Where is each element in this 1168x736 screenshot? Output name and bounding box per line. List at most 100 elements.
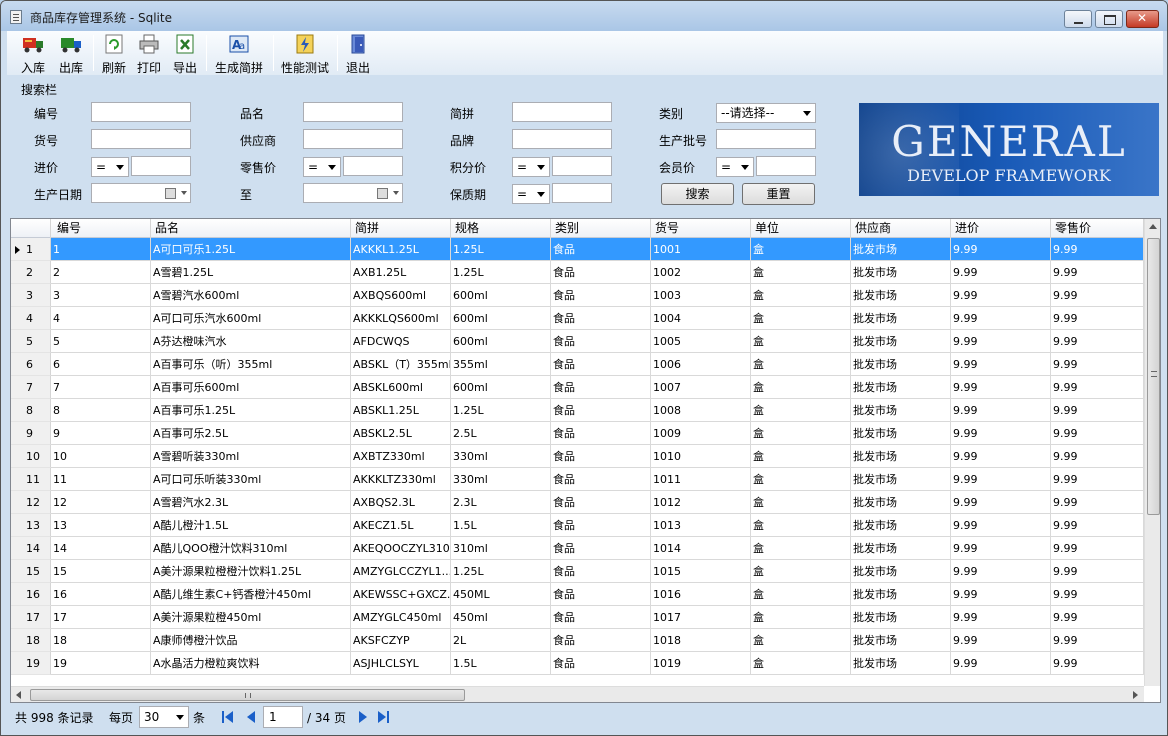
- row-number[interactable]: 14: [11, 537, 51, 560]
- print-button[interactable]: 打印: [134, 33, 164, 75]
- table-row[interactable]: 3 3 A雪碧汽水600ml AXBQS600ml 600ml 食品 1003 盒批发市场 9.…: [11, 284, 1144, 307]
- table-cell[interactable]: 食品: [551, 330, 651, 353]
- table-cell[interactable]: 9.99: [951, 422, 1051, 445]
- table-cell[interactable]: 食品: [551, 537, 651, 560]
- row-number[interactable]: 13: [11, 514, 51, 537]
- table-cell[interactable]: A雪碧1.25L: [151, 261, 351, 284]
- column-header[interactable]: 编号: [51, 219, 151, 238]
- table-row[interactable]: 10 10 A雪碧听装330ml AXBTZ330ml 330ml 食品 1010 盒批发市场…: [11, 445, 1144, 468]
- table-cell[interactable]: 食品: [551, 399, 651, 422]
- column-header[interactable]: 简拼: [351, 219, 451, 238]
- column-header[interactable]: 供应商: [851, 219, 951, 238]
- table-cell[interactable]: AKEQOOCZYL310ml: [351, 537, 451, 560]
- table-cell[interactable]: 1.25L: [451, 560, 551, 583]
- brand-input[interactable]: [512, 129, 612, 149]
- table-cell[interactable]: 10: [51, 445, 151, 468]
- table-row[interactable]: 6 6 A百事可乐（听）355ml ABSKL（T）355ml 355ml 食品 1006 盒…: [11, 353, 1144, 376]
- table-cell[interactable]: 9.99: [951, 376, 1051, 399]
- table-cell[interactable]: ABSKL2.5L: [351, 422, 451, 445]
- table-row[interactable]: 1414A酷儿QOO橙汁饮料310mlAKEQOOCZYL310ml310ml食…: [11, 537, 1144, 560]
- table-cell[interactable]: 13: [51, 514, 151, 537]
- table-cell[interactable]: 食品: [551, 491, 651, 514]
- table-cell[interactable]: 盒: [751, 560, 851, 583]
- row-number[interactable]: 17: [11, 606, 51, 629]
- table-cell[interactable]: 批发市场: [851, 652, 951, 675]
- table-cell[interactable]: 9.99: [951, 353, 1051, 376]
- table-cell[interactable]: 17: [51, 606, 151, 629]
- table-cell[interactable]: 盒: [751, 583, 851, 606]
- table-row[interactable]: 5 5 A芬达橙味汽水 AFDCWQS 600ml 食品 1005 盒批发市场 9.99 9.99: [11, 330, 1144, 353]
- table-cell[interactable]: 2.5L: [451, 422, 551, 445]
- table-cell[interactable]: 9.99: [951, 560, 1051, 583]
- horizontal-scroll-thumb[interactable]: [30, 689, 465, 701]
- table-cell[interactable]: AFDCWQS: [351, 330, 451, 353]
- table-cell[interactable]: 1: [51, 238, 151, 261]
- supplier-input[interactable]: [303, 129, 403, 149]
- refresh-button[interactable]: 刷新: [99, 33, 129, 75]
- table-cell[interactable]: 600ml: [451, 307, 551, 330]
- table-cell[interactable]: 盒: [751, 284, 851, 307]
- table-cell[interactable]: ABSKL（T）355ml: [351, 353, 451, 376]
- row-number[interactable]: 5: [11, 330, 51, 353]
- row-number[interactable]: 7: [11, 376, 51, 399]
- table-row[interactable]: 13 13 A酷儿橙汁1.5L AKECZ1.5L 1.5L 食品 1013 盒批发市场 9.9…: [11, 514, 1144, 537]
- table-cell[interactable]: 1010: [651, 445, 751, 468]
- stock-in-button[interactable]: 入库: [17, 33, 49, 75]
- table-cell[interactable]: 14: [51, 537, 151, 560]
- table-cell[interactable]: 1017: [651, 606, 751, 629]
- table-cell[interactable]: 批发市场: [851, 330, 951, 353]
- table-row[interactable]: 2 2 A雪碧1.25L AXB1.25L 1.25L 食品 1002 盒批发市场 9.99 9.…: [11, 261, 1144, 284]
- table-cell[interactable]: AXBQS600ml: [351, 284, 451, 307]
- points-price-input[interactable]: [552, 156, 612, 176]
- table-cell[interactable]: 盒: [751, 238, 851, 261]
- retail-price-input[interactable]: [343, 156, 403, 176]
- table-cell[interactable]: 2.3L: [451, 491, 551, 514]
- reset-button[interactable]: 重置: [742, 183, 815, 205]
- table-row[interactable]: 15 15 A美汁源果粒橙橙汁饮料1.25L AMZYGLCCZYL1... 1.25L…: [11, 560, 1144, 583]
- table-cell[interactable]: 9.99: [1051, 261, 1144, 284]
- column-header[interactable]: 单位: [751, 219, 851, 238]
- table-cell[interactable]: 1.5L: [451, 652, 551, 675]
- table-cell[interactable]: 2: [51, 261, 151, 284]
- table-cell[interactable]: 9.99: [1051, 652, 1144, 675]
- table-cell[interactable]: AKKKL1.25L: [351, 238, 451, 261]
- table-cell[interactable]: 9.99: [951, 491, 1051, 514]
- performance-test-button[interactable]: 性能测试: [279, 33, 331, 75]
- table-row[interactable]: 1 1 A可口可乐1.25L AKKKL1.25L 1.25L 食品 1001 盒批发市场 9.…: [11, 238, 1144, 261]
- table-cell[interactable]: 330ml: [451, 468, 551, 491]
- table-cell[interactable]: 1019: [651, 652, 751, 675]
- table-cell[interactable]: 9.99: [951, 583, 1051, 606]
- table-cell[interactable]: A雪碧听装330ml: [151, 445, 351, 468]
- table-cell[interactable]: 8: [51, 399, 151, 422]
- table-cell[interactable]: 9: [51, 422, 151, 445]
- prev-page-icon[interactable]: [245, 710, 257, 724]
- table-cell[interactable]: 4: [51, 307, 151, 330]
- table-cell[interactable]: 9.99: [1051, 330, 1144, 353]
- table-cell[interactable]: 食品: [551, 445, 651, 468]
- table-cell[interactable]: 9.99: [1051, 445, 1144, 468]
- table-cell[interactable]: 食品: [551, 307, 651, 330]
- table-cell[interactable]: 批发市场: [851, 445, 951, 468]
- batch-input[interactable]: [716, 129, 816, 149]
- table-cell[interactable]: 盒: [751, 307, 851, 330]
- scroll-right-icon[interactable]: [1133, 691, 1138, 699]
- table-cell[interactable]: 9.99: [951, 629, 1051, 652]
- export-button[interactable]: 导出: [170, 33, 200, 75]
- table-cell[interactable]: 盒: [751, 514, 851, 537]
- generate-pinyin-button[interactable]: Aa 生成简拼: [211, 33, 267, 75]
- table-cell[interactable]: ABSKL1.25L: [351, 399, 451, 422]
- row-number[interactable]: 4: [11, 307, 51, 330]
- header-corner[interactable]: [11, 219, 51, 238]
- table-cell[interactable]: 批发市场: [851, 537, 951, 560]
- table-cell[interactable]: 盒: [751, 261, 851, 284]
- table-cell[interactable]: 355ml: [451, 353, 551, 376]
- category-select[interactable]: --请选择--: [716, 103, 816, 123]
- row-number[interactable]: 19: [11, 652, 51, 675]
- table-cell[interactable]: A百事可乐（听）355ml: [151, 353, 351, 376]
- table-cell[interactable]: 盒: [751, 629, 851, 652]
- table-cell[interactable]: 9.99: [1051, 491, 1144, 514]
- column-header[interactable]: 零售价: [1051, 219, 1144, 238]
- table-cell[interactable]: 600ml: [451, 330, 551, 353]
- table-cell[interactable]: AMZYGLC450ml: [351, 606, 451, 629]
- table-cell[interactable]: 盒: [751, 445, 851, 468]
